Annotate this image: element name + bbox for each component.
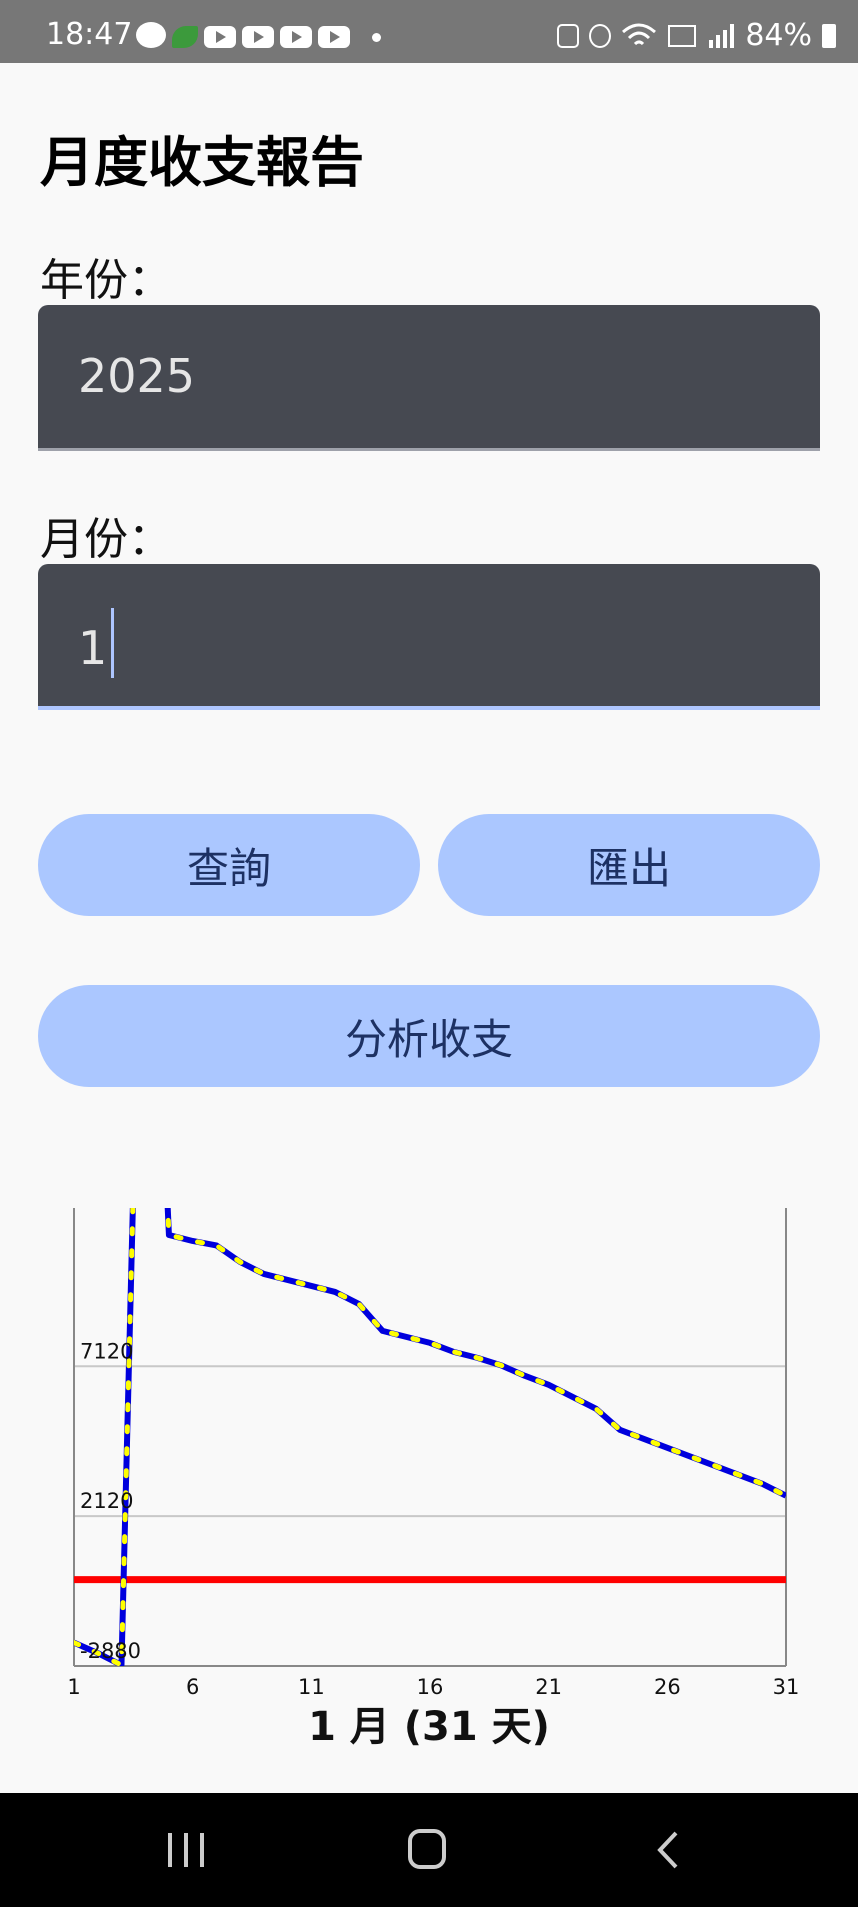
x-tick-label: 1 xyxy=(67,1675,80,1699)
series-line xyxy=(74,1208,786,1666)
recent-apps-icon[interactable] xyxy=(168,1833,204,1867)
system-icons: 84% xyxy=(557,18,836,53)
x-tick-labels: 1 6 11 16 21 26 31 xyxy=(67,1675,799,1699)
alarm-icon xyxy=(589,23,612,48)
battery-icon xyxy=(822,23,836,48)
month-label: 月份： xyxy=(40,514,172,565)
chart-grid xyxy=(74,1365,786,1518)
y-tick-label: 2120 xyxy=(80,1489,133,1513)
x-tick-label: 6 xyxy=(186,1675,199,1699)
notification-icons xyxy=(136,22,381,50)
youtube-icon xyxy=(280,26,312,48)
nav-icons xyxy=(168,1829,678,1869)
year-input-underline xyxy=(38,448,820,451)
text-caret xyxy=(111,608,115,678)
month-input-underline xyxy=(38,706,820,710)
x-tick-label: 31 xyxy=(773,1675,800,1699)
status-bar: 18:47 84% xyxy=(0,0,858,63)
more-notifications-icon xyxy=(372,32,381,42)
status-time: 18:47 xyxy=(46,17,133,52)
x-tick-label: 16 xyxy=(417,1675,444,1699)
export-button[interactable]: 匯出 xyxy=(438,814,820,916)
battery-saver-icon xyxy=(557,23,580,48)
youtube-icon xyxy=(242,26,274,48)
battery-percent: 84% xyxy=(745,18,812,53)
signal-icon xyxy=(709,23,735,48)
x-tick-label: 11 xyxy=(298,1675,325,1699)
year-label: 年份： xyxy=(40,255,172,306)
wifi-icon xyxy=(622,23,657,45)
leaf-app-icon xyxy=(172,26,198,48)
y-tick-labels: 7120 2120 -2880 xyxy=(80,1339,141,1663)
x-tick-label: 21 xyxy=(535,1675,562,1699)
query-button[interactable]: 查詢 xyxy=(38,814,420,916)
chart-series xyxy=(74,1208,786,1666)
y-tick-label: 7120 xyxy=(80,1339,133,1363)
volte-icon xyxy=(668,24,697,47)
line-icon xyxy=(136,22,166,48)
page-title: 月度收支報告 xyxy=(40,131,364,194)
home-icon[interactable] xyxy=(408,1829,446,1869)
balance-chart: 71202120-2880 1 6 11 16 21 26 31 1 月 (31 天) xyxy=(67,1208,799,1750)
month-input[interactable]: 1 xyxy=(38,564,820,710)
youtube-icon xyxy=(318,26,350,48)
navigation-bar xyxy=(0,1793,858,1907)
series-markers xyxy=(74,1208,786,1666)
back-icon[interactable] xyxy=(657,1831,678,1869)
year-input[interactable]: 2025 xyxy=(38,305,820,451)
x-tick-label: 26 xyxy=(654,1675,681,1699)
analyze-button[interactable]: 分析收支 xyxy=(38,985,820,1087)
chart-title: 1 月 (31 天) xyxy=(308,1704,550,1750)
month-value: 1 xyxy=(78,621,108,675)
y-tick-label: -2880 xyxy=(80,1639,141,1663)
year-value: 2025 xyxy=(78,349,196,403)
month-value-wrap: 1 xyxy=(78,608,115,678)
youtube-icon xyxy=(204,26,236,48)
